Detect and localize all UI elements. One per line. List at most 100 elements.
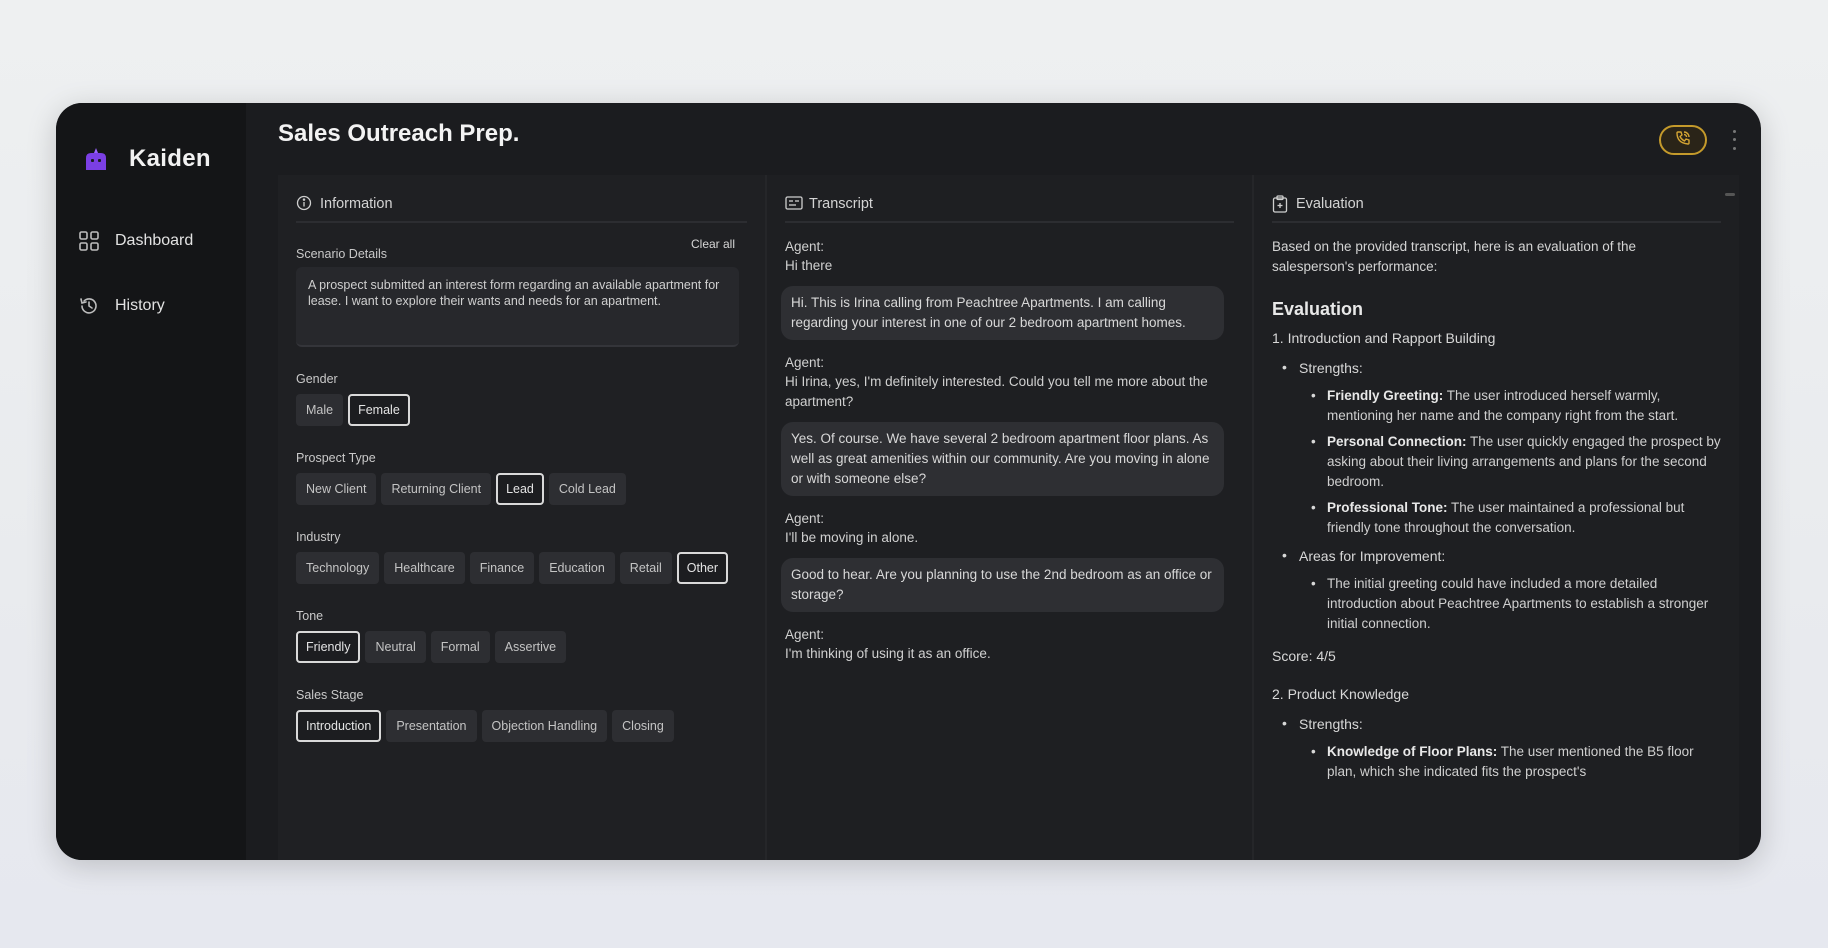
panel-title: Information	[320, 196, 393, 212]
score: Score: 4/5	[1272, 648, 1336, 664]
scenario-details-input[interactable]: A prospect submitted an interest form re…	[296, 267, 739, 347]
message-text: Hi Irina, yes, I'm definitely interested…	[785, 374, 1208, 409]
message-list: Agent: Hi there Hi. This is Irina callin…	[781, 237, 1234, 664]
list-item: Personal Connection: The user quickly en…	[1311, 432, 1721, 492]
list-item: Areas for Improvement: The initial greet…	[1282, 547, 1721, 634]
item-label: Friendly Greeting:	[1327, 388, 1444, 403]
message-text: I'm thinking of using it as an office.	[785, 646, 991, 661]
evaluation-panel[interactable]: Evaluation Based on the provided transcr…	[1252, 175, 1739, 860]
list-item: Strengths: Friendly Greeting: The user i…	[1282, 359, 1721, 538]
chip-technology[interactable]: Technology	[296, 552, 380, 584]
section-title: 2. Product Knowledge	[1272, 686, 1409, 702]
main-content: Sales Outreach Prep. Information Scenari…	[246, 103, 1761, 860]
chip-closing[interactable]: Closing	[612, 710, 674, 742]
sidebar-item-history[interactable]: History	[56, 291, 246, 321]
chip-returning-client[interactable]: Returning Client	[381, 473, 492, 505]
app-window: Kaiden Dashboard History Sales Outreach …	[56, 103, 1761, 860]
group-label: Areas for Improvement:	[1299, 548, 1446, 564]
chip-presentation[interactable]: Presentation	[386, 710, 477, 742]
chip-formal[interactable]: Formal	[430, 631, 490, 663]
message-sender: Agent:	[785, 511, 825, 526]
brand-name: Kaiden	[129, 145, 211, 172]
more-options-button[interactable]	[1729, 127, 1739, 153]
chip-other[interactable]: Other	[676, 552, 729, 584]
item-label: Knowledge of Floor Plans:	[1327, 744, 1498, 759]
chip-introduction[interactable]: Introduction	[296, 710, 382, 742]
chip-finance[interactable]: Finance	[469, 552, 535, 584]
scrollbar[interactable]	[1725, 193, 1735, 196]
chip-objection-handling[interactable]: Objection Handling	[481, 710, 608, 742]
item-label: Personal Connection:	[1327, 434, 1467, 449]
chip-row: Friendly Neutral Formal Assertive	[296, 631, 747, 663]
user-message-bubble: Yes. Of course. We have several 2 bedroo…	[781, 422, 1224, 496]
clipboard-icon	[1272, 195, 1290, 213]
information-panel: Information Scenario Details Clear all A…	[278, 175, 765, 860]
chip-friendly[interactable]: Friendly	[296, 631, 361, 663]
chip-cold-lead[interactable]: Cold Lead	[548, 473, 626, 505]
item-text: The initial greeting could have included…	[1327, 576, 1709, 631]
message-sender: Agent:	[785, 239, 825, 254]
message-sender: Agent:	[785, 355, 825, 370]
section-list: Strengths: Knowledge of Floor Plans: The…	[1282, 715, 1721, 782]
section-title: 1. Introduction and Rapport Building	[1272, 330, 1496, 346]
kaiden-logo-icon	[83, 146, 109, 172]
transcript-header: Transcript	[785, 193, 1234, 223]
transcript-panel: Transcript Agent: Hi there Hi. This is I…	[765, 175, 1252, 860]
sidebar-item-dashboard[interactable]: Dashboard	[56, 226, 246, 256]
group-label: Gender	[296, 372, 338, 386]
brand[interactable]: Kaiden	[56, 139, 246, 179]
agent-message: Agent: I'll be moving in alone.	[785, 509, 1234, 548]
option-group-gender: Gender Male Female	[296, 372, 747, 426]
chip-row: Introduction Presentation Objection Hand…	[296, 710, 747, 742]
panels: Information Scenario Details Clear all A…	[278, 175, 1739, 860]
sidebar-nav: Dashboard History	[56, 226, 246, 321]
group-label: Sales Stage	[296, 688, 364, 702]
list-item: Knowledge of Floor Plans: The user menti…	[1311, 742, 1721, 782]
grid-icon	[78, 230, 100, 252]
scenario-row: Scenario Details Clear all	[296, 237, 747, 261]
information-header: Information	[296, 193, 747, 223]
sub-list: Knowledge of Floor Plans: The user menti…	[1311, 742, 1721, 782]
phone-icon	[1675, 130, 1691, 151]
section-list: Strengths: Friendly Greeting: The user i…	[1282, 359, 1721, 634]
evaluation-heading: Evaluation	[1272, 299, 1364, 319]
evaluation-intro: Based on the provided transcript, here i…	[1272, 239, 1636, 274]
chip-assertive[interactable]: Assertive	[494, 631, 567, 663]
transcript-icon	[785, 195, 803, 213]
list-item: Strengths: Knowledge of Floor Plans: The…	[1282, 715, 1721, 782]
call-button[interactable]	[1659, 125, 1707, 155]
info-icon	[296, 195, 314, 213]
page-title: Sales Outreach Prep.	[278, 120, 520, 147]
group-label: Prospect Type	[296, 451, 376, 465]
clear-all-button[interactable]: Clear all	[691, 237, 735, 251]
list-item: Friendly Greeting: The user introduced h…	[1311, 386, 1721, 426]
chip-neutral[interactable]: Neutral	[365, 631, 426, 663]
agent-message: Agent: I'm thinking of using it as an of…	[785, 625, 1234, 664]
chip-retail[interactable]: Retail	[619, 552, 672, 584]
sub-list: The initial greeting could have included…	[1311, 574, 1721, 634]
sidebar-item-label: Dashboard	[115, 232, 194, 249]
option-group-sales-stage: Sales Stage Introduction Presentation Ob…	[296, 688, 747, 742]
history-icon	[78, 295, 100, 317]
item-label: Professional Tone:	[1327, 500, 1448, 515]
evaluation-header: Evaluation	[1272, 193, 1721, 223]
option-group-prospect-type: Prospect Type New Client Returning Clien…	[296, 451, 747, 505]
chip-row: Technology Healthcare Finance Education …	[296, 552, 747, 584]
list-item: The initial greeting could have included…	[1311, 574, 1721, 634]
group-label: Tone	[296, 609, 324, 623]
option-group-industry: Industry Technology Healthcare Finance E…	[296, 530, 747, 584]
message-sender: Agent:	[785, 627, 825, 642]
message-text: I'll be moving in alone.	[785, 530, 919, 545]
chip-education[interactable]: Education	[539, 552, 615, 584]
sub-list: Friendly Greeting: The user introduced h…	[1311, 386, 1721, 538]
agent-message: Agent: Hi there	[785, 237, 1234, 276]
chip-female[interactable]: Female	[348, 394, 410, 426]
chip-row: Male Female	[296, 394, 747, 426]
message-text: Hi there	[785, 258, 833, 273]
chip-new-client[interactable]: New Client	[296, 473, 377, 505]
agent-message: Agent: Hi Irina, yes, I'm definitely int…	[785, 353, 1234, 412]
chip-lead[interactable]: Lead	[496, 473, 544, 505]
chip-male[interactable]: Male	[296, 394, 344, 426]
user-message-bubble: Good to hear. Are you planning to use th…	[781, 558, 1224, 612]
chip-healthcare[interactable]: Healthcare	[384, 552, 465, 584]
